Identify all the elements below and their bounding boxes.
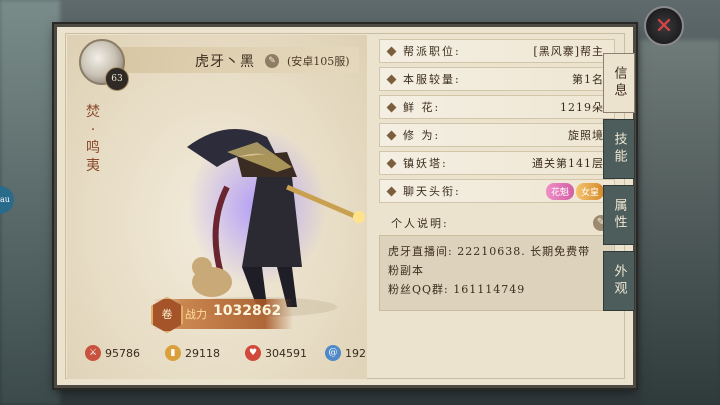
close-button[interactable]: ✕ <box>644 6 684 46</box>
info-row-rank: 本服较量: 第1名 <box>379 67 615 91</box>
info-label: 聊天头衔: <box>403 185 461 198</box>
heart-icon: ♥ <box>245 345 261 361</box>
stat-hp: ♥ 304591 <box>245 345 325 361</box>
shield-icon: ▮ <box>165 345 181 361</box>
info-value: [黑风寨]帮主 <box>533 45 604 58</box>
stat-value: 29118 <box>185 346 220 360</box>
player-name: 虎牙丶黑 <box>195 54 255 70</box>
info-label: 帮派职位: <box>403 45 461 58</box>
description-line: 粉副本 <box>388 264 424 277</box>
description-line: 粉丝QQ群: 161114749 <box>388 283 526 296</box>
stats-row: ⚔ 95786 ▮ 29118 ♥ 304591 @ 192 <box>85 345 405 361</box>
character-model <box>177 127 365 317</box>
stat-attack: ⚔ 95786 <box>85 345 165 361</box>
swirl-icon: @ <box>325 345 341 361</box>
sword-icon: ⚔ <box>85 345 101 361</box>
tab-appearance[interactable]: 外观 <box>603 251 635 311</box>
stat-value: 95786 <box>105 346 140 360</box>
diamond-bullet-icon <box>386 102 397 112</box>
info-panel: 帮派职位: [黑风寨]帮主 本服较量: 第1名 鲜 花: 1219朵 修 为: … <box>379 39 615 311</box>
info-label: 鲜 花: <box>403 101 441 114</box>
title-badge-flower: 花魁 <box>545 182 574 200</box>
chat-title-badges[interactable]: 花魁 女皇 <box>545 182 604 200</box>
player-level-badge: 63 <box>105 67 129 91</box>
info-row-chat-title: 聊天头衔: 花魁 女皇 <box>379 179 615 203</box>
power-value: 1032862 <box>213 303 282 319</box>
background-scenery <box>640 40 720 405</box>
info-row-cultivation: 修 为: 旋照境 <box>379 123 615 147</box>
info-value: 旋照境 <box>568 129 604 142</box>
tab-attributes[interactable]: 属性 <box>603 185 635 245</box>
info-value: 1219朵 <box>560 101 604 114</box>
server-name: (安卓105服) <box>287 55 350 68</box>
diamond-bullet-icon <box>386 130 397 140</box>
info-row-guild: 帮派职位: [黑风寨]帮主 <box>379 39 615 63</box>
character-title-vertical: 焚·鸣夷 <box>86 104 100 174</box>
description-label: 个人说明: <box>391 217 449 230</box>
info-value: 第1名 <box>572 73 604 86</box>
power-label: 战力 <box>185 308 207 321</box>
info-label: 本服较量: <box>403 73 461 86</box>
description-line: 虎牙直播间: 22210638. 长期免费带 <box>388 245 591 258</box>
stat-defense: ▮ 29118 <box>165 345 245 361</box>
info-row-tower: 镇妖塔: 通关第141层 <box>379 151 615 175</box>
title-badge-empress: 女皇 <box>575 182 604 200</box>
diamond-bullet-icon <box>386 74 397 84</box>
stat-value: 304591 <box>265 346 307 360</box>
player-info-panel: 63 虎牙丶黑 ✎ (安卓105服) 焚·鸣夷 卷 战力 1032862 ⚔ 9… <box>54 24 636 388</box>
info-label: 镇妖塔: <box>403 157 448 170</box>
diamond-bullet-icon <box>386 46 397 56</box>
close-icon: ✕ <box>654 13 674 39</box>
tab-info[interactable]: 信息 <box>603 53 635 113</box>
diamond-bullet-icon <box>386 186 397 196</box>
info-row-flowers: 鲜 花: 1219朵 <box>379 95 615 119</box>
tab-skills[interactable]: 技能 <box>603 119 635 179</box>
description-box: 虎牙直播间: 22210638. 长期免费带 粉副本 粉丝QQ群: 161114… <box>379 235 615 311</box>
description-header: 个人说明: ✎ <box>379 211 615 235</box>
info-value: 通关第141层 <box>532 157 604 170</box>
diamond-bullet-icon <box>386 158 397 168</box>
rename-pencil-icon[interactable]: ✎ <box>265 54 279 68</box>
stat-speed: @ 192 <box>325 345 405 361</box>
tab-bar: 信息 技能 属性 外观 <box>603 53 635 317</box>
stat-value: 192 <box>345 346 366 360</box>
info-label: 修 为: <box>403 129 441 142</box>
